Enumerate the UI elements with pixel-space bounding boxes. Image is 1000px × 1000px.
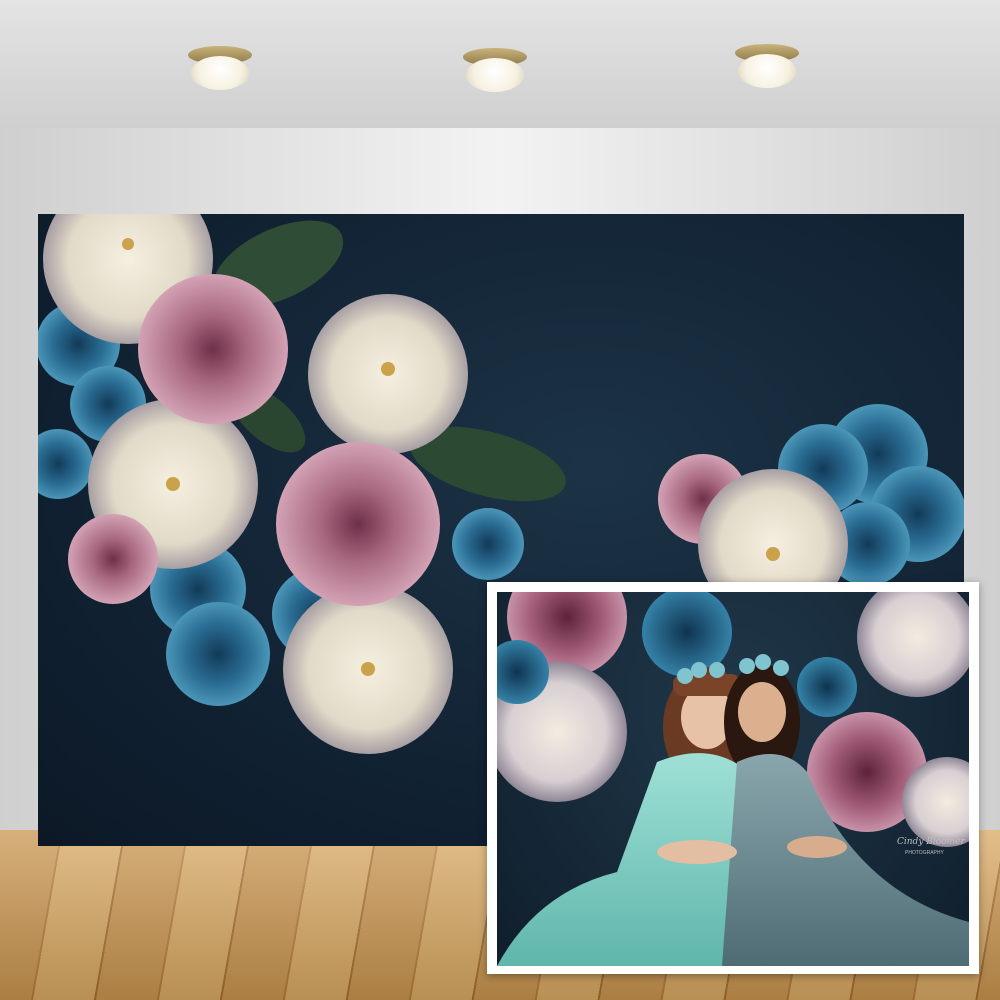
watermark-caption: PHOTOGRAPHY xyxy=(905,850,944,856)
ceiling-light xyxy=(188,46,252,92)
watermark-signature: Cindy Bloomer xyxy=(897,837,965,847)
inset-photo: Cindy Bloomer PHOTOGRAPHY xyxy=(497,592,969,966)
ceiling-light xyxy=(463,48,527,94)
ceiling-light xyxy=(735,44,799,90)
inset-photo-frame: Cindy Bloomer PHOTOGRAPHY xyxy=(487,582,979,974)
inset-scene: Cindy Bloomer PHOTOGRAPHY xyxy=(497,592,969,966)
